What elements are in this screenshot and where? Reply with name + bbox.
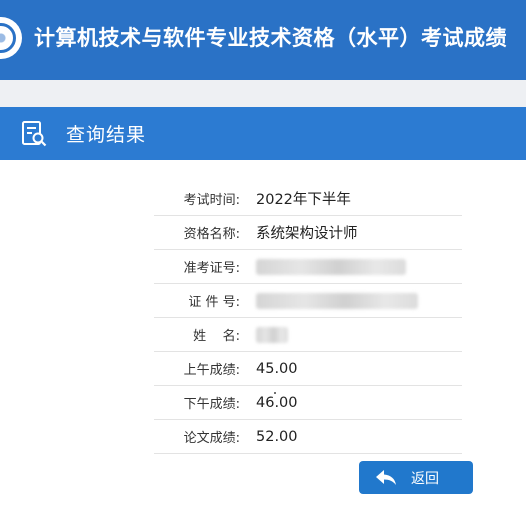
exam-time-value: 2022年下半年 bbox=[256, 192, 351, 208]
redacted-id-number bbox=[256, 293, 418, 309]
document-search-icon bbox=[22, 120, 47, 146]
id-number-label: 证 件 号: bbox=[188, 295, 240, 310]
morning-score-value: 45.00 bbox=[256, 360, 298, 377]
back-arrow-icon bbox=[376, 469, 396, 485]
row-admission-number: 准考证号: bbox=[154, 250, 462, 284]
afternoon-score-label: 下午成绩: bbox=[183, 397, 240, 412]
row-morning-score: 上午成绩: 45.00 bbox=[154, 352, 462, 386]
exam-time-label: 考试时间: bbox=[183, 193, 240, 208]
qualification-label: 资格名称: bbox=[183, 227, 240, 242]
stray-dot bbox=[274, 392, 276, 394]
row-afternoon-score: 下午成绩: 46.00 bbox=[154, 386, 462, 420]
essay-score-label: 论文成绩: bbox=[183, 431, 240, 446]
essay-score-value: 52.00 bbox=[256, 428, 298, 445]
result-table: 考试时间: 2022年下半年 资格名称: 系统架构设计师 准考证号: 证 件 号… bbox=[154, 182, 462, 454]
row-qualification: 资格名称: 系统架构设计师 bbox=[154, 216, 462, 250]
site-title: 计算机技术与软件专业技术资格（水平）考试成绩 bbox=[34, 26, 507, 50]
admission-number-label: 准考证号: bbox=[183, 261, 240, 276]
afternoon-score-value: 46.00 bbox=[256, 394, 298, 411]
morning-score-label: 上午成绩: bbox=[183, 363, 240, 378]
redacted-admission-number bbox=[256, 259, 406, 275]
row-exam-time: 考试时间: 2022年下半年 bbox=[154, 182, 462, 216]
back-button[interactable]: 返回 bbox=[359, 461, 473, 494]
site-header: 计算机技术与软件专业技术资格（水平）考试成绩 bbox=[0, 0, 526, 80]
result-panel-title: 查询结果 bbox=[66, 124, 147, 146]
name-label: 姓 名: bbox=[193, 329, 240, 344]
result-panel-header: 查询结果 bbox=[0, 107, 526, 160]
result-panel: 查询结果 考试时间: 2022年下半年 资格名称: 系统架构设计师 准考证号: … bbox=[0, 107, 526, 521]
back-button-label: 返回 bbox=[411, 470, 439, 487]
row-essay-score: 论文成绩: 52.00 bbox=[154, 420, 462, 454]
row-name: 姓 名: bbox=[154, 318, 462, 352]
redacted-name bbox=[256, 327, 288, 343]
exam-logo-icon bbox=[0, 17, 22, 59]
qualification-value: 系统架构设计师 bbox=[256, 226, 358, 242]
row-id-number: 证 件 号: bbox=[154, 284, 462, 318]
